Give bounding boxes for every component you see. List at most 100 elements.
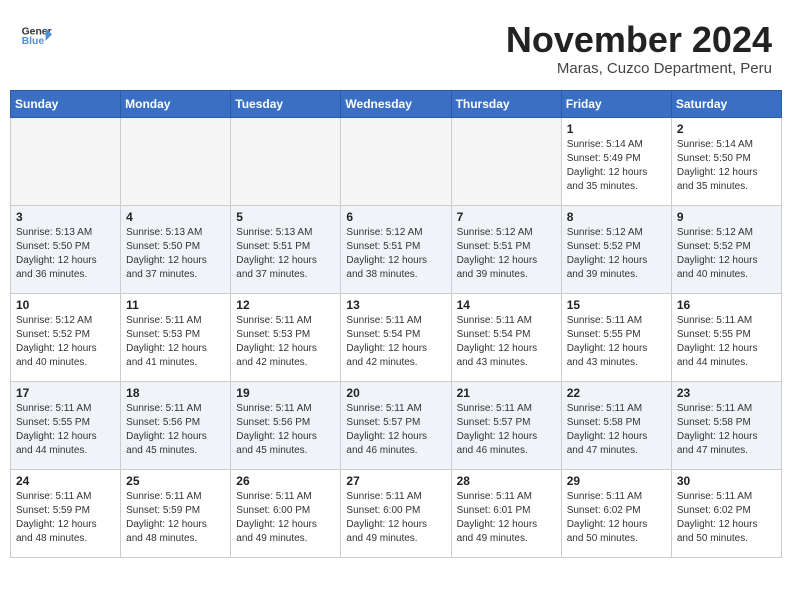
calendar-day-cell: 11 Sunrise: 5:11 AMSunset: 5:53 PMDayligh… [121,293,231,381]
svg-text:Blue: Blue [22,36,45,47]
day-info: Sunrise: 5:12 AMSunset: 5:52 PMDaylight:… [677,226,776,282]
day-info: Sunrise: 5:14 AMSunset: 5:49 PMDaylight:… [567,138,666,194]
calendar-day-cell: 7 Sunrise: 5:12 AMSunset: 5:51 PMDaylight… [451,205,561,293]
day-info: Sunrise: 5:11 AMSunset: 6:02 PMDaylight:… [677,490,776,546]
day-info: Sunrise: 5:11 AMSunset: 5:55 PMDaylight:… [567,314,666,370]
day-info: Sunrise: 5:11 AMSunset: 5:57 PMDaylight:… [346,402,445,458]
day-number: 16 [677,298,776,312]
day-info: Sunrise: 5:11 AMSunset: 5:53 PMDaylight:… [126,314,225,370]
calendar-day-cell: 3 Sunrise: 5:13 AMSunset: 5:50 PMDaylight… [11,205,121,293]
calendar-day-cell: 16 Sunrise: 5:11 AMSunset: 5:55 PMDayligh… [671,293,781,381]
day-number: 11 [126,298,225,312]
logo-icon: General Blue [20,20,52,52]
day-number: 26 [236,474,335,488]
day-number: 6 [346,210,445,224]
day-info: Sunrise: 5:11 AMSunset: 6:01 PMDaylight:… [457,490,556,546]
calendar-day-cell: 13 Sunrise: 5:11 AMSunset: 5:54 PMDayligh… [341,293,451,381]
day-number: 23 [677,386,776,400]
day-info: Sunrise: 5:13 AMSunset: 5:50 PMDaylight:… [126,226,225,282]
day-info: Sunrise: 5:14 AMSunset: 5:50 PMDaylight:… [677,138,776,194]
day-number: 25 [126,474,225,488]
day-info: Sunrise: 5:11 AMSunset: 5:55 PMDaylight:… [677,314,776,370]
calendar-week-row: 3 Sunrise: 5:13 AMSunset: 5:50 PMDaylight… [11,205,782,293]
day-number: 9 [677,210,776,224]
calendar-day-cell: 9 Sunrise: 5:12 AMSunset: 5:52 PMDaylight… [671,205,781,293]
calendar-day-cell [231,117,341,205]
day-number: 22 [567,386,666,400]
day-number: 3 [16,210,115,224]
calendar-table: SundayMondayTuesdayWednesdayThursdayFrid… [10,90,782,558]
day-number: 13 [346,298,445,312]
day-info: Sunrise: 5:11 AMSunset: 5:56 PMDaylight:… [236,402,335,458]
title-block: November 2024 Maras, Cuzco Department, P… [506,20,772,77]
calendar-day-cell: 1 Sunrise: 5:14 AMSunset: 5:49 PMDaylight… [561,117,671,205]
day-number: 10 [16,298,115,312]
calendar-day-cell: 22 Sunrise: 5:11 AMSunset: 5:58 PMDayligh… [561,381,671,469]
calendar-day-cell: 28 Sunrise: 5:11 AMSunset: 6:01 PMDayligh… [451,469,561,557]
calendar-week-row: 24 Sunrise: 5:11 AMSunset: 5:59 PMDayligh… [11,469,782,557]
day-of-week-header: Tuesday [231,90,341,117]
day-number: 14 [457,298,556,312]
day-number: 21 [457,386,556,400]
day-number: 28 [457,474,556,488]
day-info: Sunrise: 5:11 AMSunset: 5:55 PMDaylight:… [16,402,115,458]
day-info: Sunrise: 5:12 AMSunset: 5:52 PMDaylight:… [16,314,115,370]
calendar-day-cell: 30 Sunrise: 5:11 AMSunset: 6:02 PMDayligh… [671,469,781,557]
day-info: Sunrise: 5:11 AMSunset: 6:02 PMDaylight:… [567,490,666,546]
day-info: Sunrise: 5:11 AMSunset: 5:53 PMDaylight:… [236,314,335,370]
day-number: 1 [567,122,666,136]
month-title: November 2024 [506,20,772,60]
calendar-week-row: 1 Sunrise: 5:14 AMSunset: 5:49 PMDaylight… [11,117,782,205]
day-number: 19 [236,386,335,400]
calendar-day-cell: 24 Sunrise: 5:11 AMSunset: 5:59 PMDayligh… [11,469,121,557]
calendar-day-cell: 15 Sunrise: 5:11 AMSunset: 5:55 PMDayligh… [561,293,671,381]
day-number: 24 [16,474,115,488]
day-info: Sunrise: 5:11 AMSunset: 5:59 PMDaylight:… [16,490,115,546]
day-info: Sunrise: 5:12 AMSunset: 5:52 PMDaylight:… [567,226,666,282]
day-info: Sunrise: 5:11 AMSunset: 5:58 PMDaylight:… [677,402,776,458]
day-of-week-header: Friday [561,90,671,117]
day-info: Sunrise: 5:13 AMSunset: 5:50 PMDaylight:… [16,226,115,282]
calendar-day-cell: 6 Sunrise: 5:12 AMSunset: 5:51 PMDaylight… [341,205,451,293]
day-number: 5 [236,210,335,224]
calendar-day-cell: 21Sunrise: 5:11 AMSunset: 5:57 PMDayligh… [451,381,561,469]
calendar-day-cell: 14 Sunrise: 5:11 AMSunset: 5:54 PMDayligh… [451,293,561,381]
calendar-header-row: SundayMondayTuesdayWednesdayThursdayFrid… [11,90,782,117]
calendar-day-cell: 19 Sunrise: 5:11 AMSunset: 5:56 PMDayligh… [231,381,341,469]
day-info: Sunrise: 5:12 AMSunset: 5:51 PMDaylight:… [346,226,445,282]
day-number: 15 [567,298,666,312]
day-number: 27 [346,474,445,488]
calendar-day-cell [121,117,231,205]
day-info: Sunrise: 5:13 AMSunset: 5:51 PMDaylight:… [236,226,335,282]
calendar-day-cell: 5 Sunrise: 5:13 AMSunset: 5:51 PMDaylight… [231,205,341,293]
day-number: 29 [567,474,666,488]
day-number: 18 [126,386,225,400]
day-of-week-header: Monday [121,90,231,117]
location-subtitle: Maras, Cuzco Department, Peru [506,60,772,77]
calendar-day-cell: 29 Sunrise: 5:11 AMSunset: 6:02 PMDayligh… [561,469,671,557]
day-info: Sunrise: 5:11 AMSunset: 5:56 PMDaylight:… [126,402,225,458]
calendar-week-row: 17Sunrise: 5:11 AMSunset: 5:55 PMDayligh… [11,381,782,469]
day-info: Sunrise: 5:12 AMSunset: 5:51 PMDaylight:… [457,226,556,282]
day-of-week-header: Saturday [671,90,781,117]
calendar-day-cell: 2 Sunrise: 5:14 AMSunset: 5:50 PMDaylight… [671,117,781,205]
calendar-day-cell [341,117,451,205]
day-info: Sunrise: 5:11 AMSunset: 5:59 PMDaylight:… [126,490,225,546]
calendar-day-cell: 10 Sunrise: 5:12 AMSunset: 5:52 PMDayligh… [11,293,121,381]
day-info: Sunrise: 5:11 AMSunset: 6:00 PMDaylight:… [346,490,445,546]
day-number: 12 [236,298,335,312]
day-info: Sunrise: 5:11 AMSunset: 5:54 PMDaylight:… [457,314,556,370]
day-of-week-header: Thursday [451,90,561,117]
calendar-day-cell [11,117,121,205]
day-number: 30 [677,474,776,488]
day-info: Sunrise: 5:11 AMSunset: 5:58 PMDaylight:… [567,402,666,458]
day-number: 2 [677,122,776,136]
day-info: Sunrise: 5:11 AMSunset: 5:54 PMDaylight:… [346,314,445,370]
day-number: 7 [457,210,556,224]
calendar-day-cell: 8Sunrise: 5:12 AMSunset: 5:52 PMDaylight… [561,205,671,293]
logo: General Blue [20,20,52,52]
calendar-day-cell: 12 Sunrise: 5:11 AMSunset: 5:53 PMDayligh… [231,293,341,381]
calendar-day-cell: 17Sunrise: 5:11 AMSunset: 5:55 PMDayligh… [11,381,121,469]
calendar-day-cell: 27 Sunrise: 5:11 AMSunset: 6:00 PMDayligh… [341,469,451,557]
day-of-week-header: Wednesday [341,90,451,117]
